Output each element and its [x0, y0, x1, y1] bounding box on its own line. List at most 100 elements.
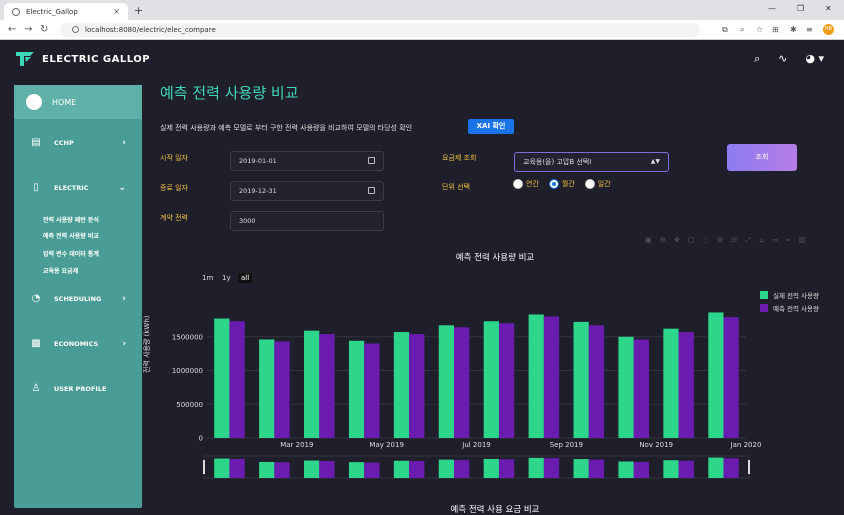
chevron-right-icon: › — [122, 338, 126, 349]
sidebar-item-scheduling[interactable]: ◔ SCHEDULING › — [14, 293, 142, 304]
back-icon[interactable]: ← — [8, 24, 16, 35]
clock-icon: ◔ — [31, 293, 41, 304]
legend-item-actual[interactable]: 실제 전력 사용량 — [760, 290, 819, 300]
restore-icon[interactable]: ❐ — [797, 4, 804, 13]
puzzle-icon[interactable]: ✱ — [790, 25, 797, 34]
app-root: ELECTRIC GALLOP ⌕ ∿ ◕ ▾ HOME ▤ CCHP › ▯ … — [0, 40, 844, 515]
reading-list-icon[interactable]: ≡ — [806, 25, 813, 34]
unit-radio-group: 연간 월간 일간 — [513, 179, 611, 189]
browser-profile-avatar[interactable]: HB — [823, 24, 834, 35]
browser-tab[interactable]: Electric_Gallop × — [4, 3, 128, 20]
minimize-icon[interactable]: — — [768, 4, 776, 13]
bar-predicted — [229, 321, 245, 438]
rate-plan-select[interactable]: 교육용(을) 고압B 선택I ▲▼ — [514, 152, 669, 172]
bar-predicted — [409, 334, 425, 438]
calendar-icon[interactable] — [368, 157, 375, 164]
bar-predicted — [454, 327, 470, 438]
chart-title: 예측 전력 사용량 비교 — [455, 253, 535, 263]
end-date-value: 2019-12-31 — [239, 187, 277, 195]
contract-power-label: 계약 전력 — [160, 214, 188, 222]
zoom-icon[interactable]: ⌕ — [740, 25, 744, 35]
chevron-down-icon: ⌄ — [118, 182, 126, 193]
bar-actual — [663, 328, 679, 438]
close-window-icon[interactable]: ✕ — [825, 4, 832, 13]
start-date-value: 2019-01-01 — [239, 157, 277, 165]
unit-radio-daily[interactable]: 일간 — [584, 179, 611, 189]
browser-tab-strip: Electric_Gallop × + — ❐ ✕ — [0, 0, 844, 20]
subitem-input-statistics[interactable]: 입력 변수 데이터 통계 — [43, 249, 99, 258]
sidebar-item-user-profile[interactable]: ♙ USER PROFILE — [14, 383, 142, 394]
document-icon: ▤ — [31, 137, 41, 148]
x-tick-label: Sep 2019 — [550, 441, 583, 449]
chart-modebar[interactable]: ▣ ⊕ ✥ ▢ ◌ ⊞ ⊟ ⤢ ⌂ ⊸ ═ ▥ — [645, 236, 808, 245]
sidebar-item-cchp[interactable]: ▤ CCHP › — [14, 137, 142, 148]
top-bar: ELECTRIC GALLOP ⌕ ∿ ◕ ▾ — [0, 40, 844, 78]
y-tick-label: 1000000 — [172, 367, 203, 375]
legend-item-predicted[interactable]: 예측 전력 사용량 — [760, 303, 819, 313]
activity-icon[interactable]: ∿ — [778, 52, 787, 66]
sidebar-item-label: HOME — [52, 97, 77, 107]
bookmark-star-icon[interactable]: ☆ — [756, 25, 763, 34]
bar-actual — [618, 336, 634, 438]
start-date-input[interactable]: 2019-01-01 — [230, 151, 384, 171]
sidebar-item-home[interactable]: HOME — [14, 85, 142, 119]
extension-icon[interactable]: ⊞ — [772, 25, 779, 34]
sidebar-item-label: SCHEDULING — [54, 294, 102, 303]
reload-icon[interactable]: ↻ — [40, 24, 48, 35]
range-bar-actual — [393, 460, 410, 478]
brand-logo[interactable]: ELECTRIC GALLOP — [14, 50, 150, 68]
end-date-label: 종료 일자 — [160, 184, 188, 192]
user-menu-icon[interactable]: ◕ ▾ — [805, 52, 824, 66]
sidebar-item-economics[interactable]: ▩ ECONOMICS › — [14, 338, 142, 349]
url-text: localhost:8080/electric/elec_compare — [85, 26, 216, 34]
unit-radio-monthly[interactable]: 월간 — [548, 179, 575, 189]
contract-power-input[interactable]: 3000 — [230, 211, 384, 231]
bar-actual — [214, 318, 230, 438]
xai-button[interactable]: XAI 확인 — [468, 119, 514, 134]
range-handle-right — [748, 460, 750, 474]
bar-predicted — [588, 325, 605, 438]
subitem-pattern-analysis[interactable]: 전력 사용량 패턴 분석 — [43, 215, 99, 224]
range-bar-actual — [618, 461, 634, 478]
rate-plan-value: 교육용(을) 고압B 선택I — [523, 158, 592, 166]
y-tick-label: 500000 — [176, 401, 203, 409]
range-bar-predicted — [229, 458, 245, 478]
forward-icon[interactable]: → — [24, 24, 32, 35]
user-icon: ♙ — [31, 383, 41, 394]
radio-label: 일간 — [597, 180, 611, 188]
x-tick-label: Jul 2019 — [461, 441, 491, 449]
subitem-prediction-compare[interactable]: 예측 전력 사용량 비교 — [43, 231, 99, 240]
contract-power-value: 3000 — [239, 217, 256, 225]
unit-radio-yearly[interactable]: 연간 — [513, 179, 539, 189]
bar-predicted — [498, 323, 515, 438]
range-bar-actual — [438, 459, 455, 478]
bar-predicted — [723, 317, 739, 438]
y-tick-label: 1500000 — [172, 333, 203, 341]
range-bar-predicted — [364, 462, 380, 478]
range-bar-predicted — [498, 459, 515, 478]
calendar-icon[interactable] — [368, 187, 375, 194]
globe-icon — [12, 7, 20, 16]
search-icon[interactable]: ⌕ — [754, 52, 760, 66]
legend-swatch — [760, 291, 768, 299]
close-tab-icon[interactable]: × — [113, 7, 120, 16]
x-tick-label: Jan 2020 — [730, 441, 762, 449]
range-bar-predicted — [678, 460, 694, 478]
sidebar-item-electric[interactable]: ▯ ELECTRIC ⌄ — [14, 182, 142, 193]
new-tab-icon[interactable]: + — [134, 4, 143, 17]
url-field[interactable]: localhost:8080/electric/elec_compare — [60, 23, 700, 37]
bar-actual — [708, 312, 724, 438]
translate-icon[interactable]: ⧉ — [722, 25, 728, 35]
bar-actual — [573, 321, 589, 438]
range-bar-predicted — [454, 459, 470, 478]
tab-title: Electric_Gallop — [26, 7, 78, 16]
x-tick-label: Nov 2019 — [639, 441, 673, 449]
radio-label: 연간 — [526, 180, 539, 188]
radio-icon — [584, 179, 595, 189]
bar-actual — [438, 325, 455, 438]
chevron-right-icon: › — [122, 293, 126, 304]
subitem-education-rate[interactable]: 교육용 요금제 — [43, 266, 78, 275]
query-button[interactable]: 조회 — [727, 144, 797, 171]
end-date-input[interactable]: 2019-12-31 — [230, 181, 384, 201]
bar-predicted — [678, 332, 694, 438]
